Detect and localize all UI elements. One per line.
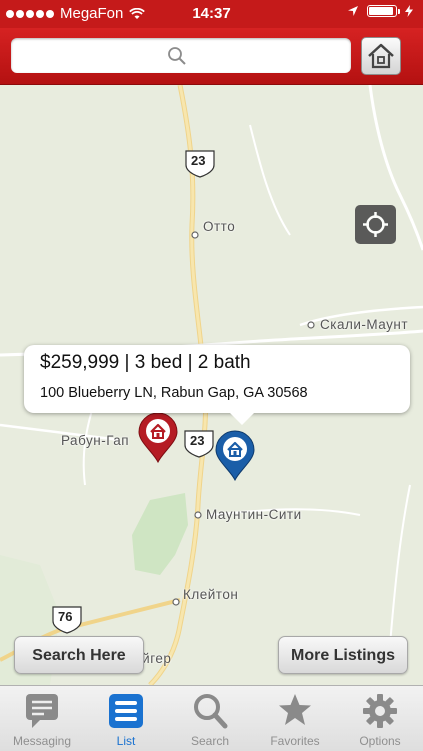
- tab-label: Options: [359, 734, 401, 748]
- nav-bar: [0, 28, 423, 85]
- battery-fill: [369, 7, 393, 15]
- town-dot-skali: [307, 321, 315, 329]
- tab-messaging[interactable]: Messaging: [0, 686, 84, 751]
- listing-pin-red[interactable]: [137, 412, 179, 469]
- listing-pin-blue-selected[interactable]: [214, 430, 256, 487]
- house-pin-icon: [138, 412, 178, 464]
- crosshair-icon: [363, 212, 388, 237]
- tab-label: Messaging: [12, 734, 72, 748]
- home-icon: [368, 43, 394, 69]
- town-dot-mountain-city: [194, 511, 202, 519]
- search-here-button[interactable]: Search Here: [14, 636, 144, 674]
- route-number-23-mid: 23: [190, 433, 205, 448]
- route-number-23-top: 23: [191, 153, 206, 168]
- search-icon: [168, 47, 186, 65]
- tab-options[interactable]: Options: [338, 686, 422, 751]
- gear-icon: [363, 694, 397, 728]
- map-label-skali: Скали-Маунт: [320, 317, 409, 332]
- tab-label: Favorites: [270, 734, 320, 748]
- status-right: [347, 5, 413, 17]
- map-label-otto: Отто: [203, 219, 236, 234]
- locate-me-button[interactable]: [355, 205, 396, 244]
- location-arrow-icon: [348, 6, 358, 16]
- house-pin-icon: [215, 430, 255, 482]
- more-listings-button[interactable]: More Listings: [278, 636, 408, 674]
- map-label-clayton: Клейтон: [183, 587, 239, 602]
- chat-icon: [26, 694, 58, 728]
- search-icon: [194, 694, 228, 729]
- map-label-mountain-city: Маунтин-Сити: [206, 507, 302, 522]
- listing-address: 100 Blueberry LN, Rabun Gap, GA 30568: [40, 385, 308, 401]
- route-number-76: 76: [58, 609, 73, 624]
- tab-favorites[interactable]: Favorites: [253, 686, 337, 751]
- town-dot-clayton: [172, 598, 180, 606]
- tab-list[interactable]: List: [84, 686, 168, 751]
- star-icon: [279, 694, 311, 725]
- listing-summary: $259,999 | 3 bed | 2 bath: [40, 352, 251, 373]
- home-button[interactable]: [361, 37, 401, 75]
- tab-label: Search: [190, 734, 230, 748]
- list-icon: [109, 694, 143, 728]
- status-bar: MegaFon 14:37: [0, 0, 423, 28]
- callout-arrow: [229, 412, 255, 425]
- town-dot-otto: [191, 231, 199, 239]
- tab-bar: Messaging List Search Favorites Options: [0, 685, 423, 751]
- search-field[interactable]: [11, 38, 355, 75]
- listing-callout[interactable]: $259,999 | 3 bed | 2 bath 100 Blueberry …: [24, 345, 410, 413]
- battery-icon: [367, 5, 400, 17]
- charging-icon: [405, 5, 413, 17]
- tab-label: List: [116, 734, 136, 748]
- tab-search[interactable]: Search: [168, 686, 252, 751]
- map-label-rabun: Рабун-Гап: [61, 433, 130, 448]
